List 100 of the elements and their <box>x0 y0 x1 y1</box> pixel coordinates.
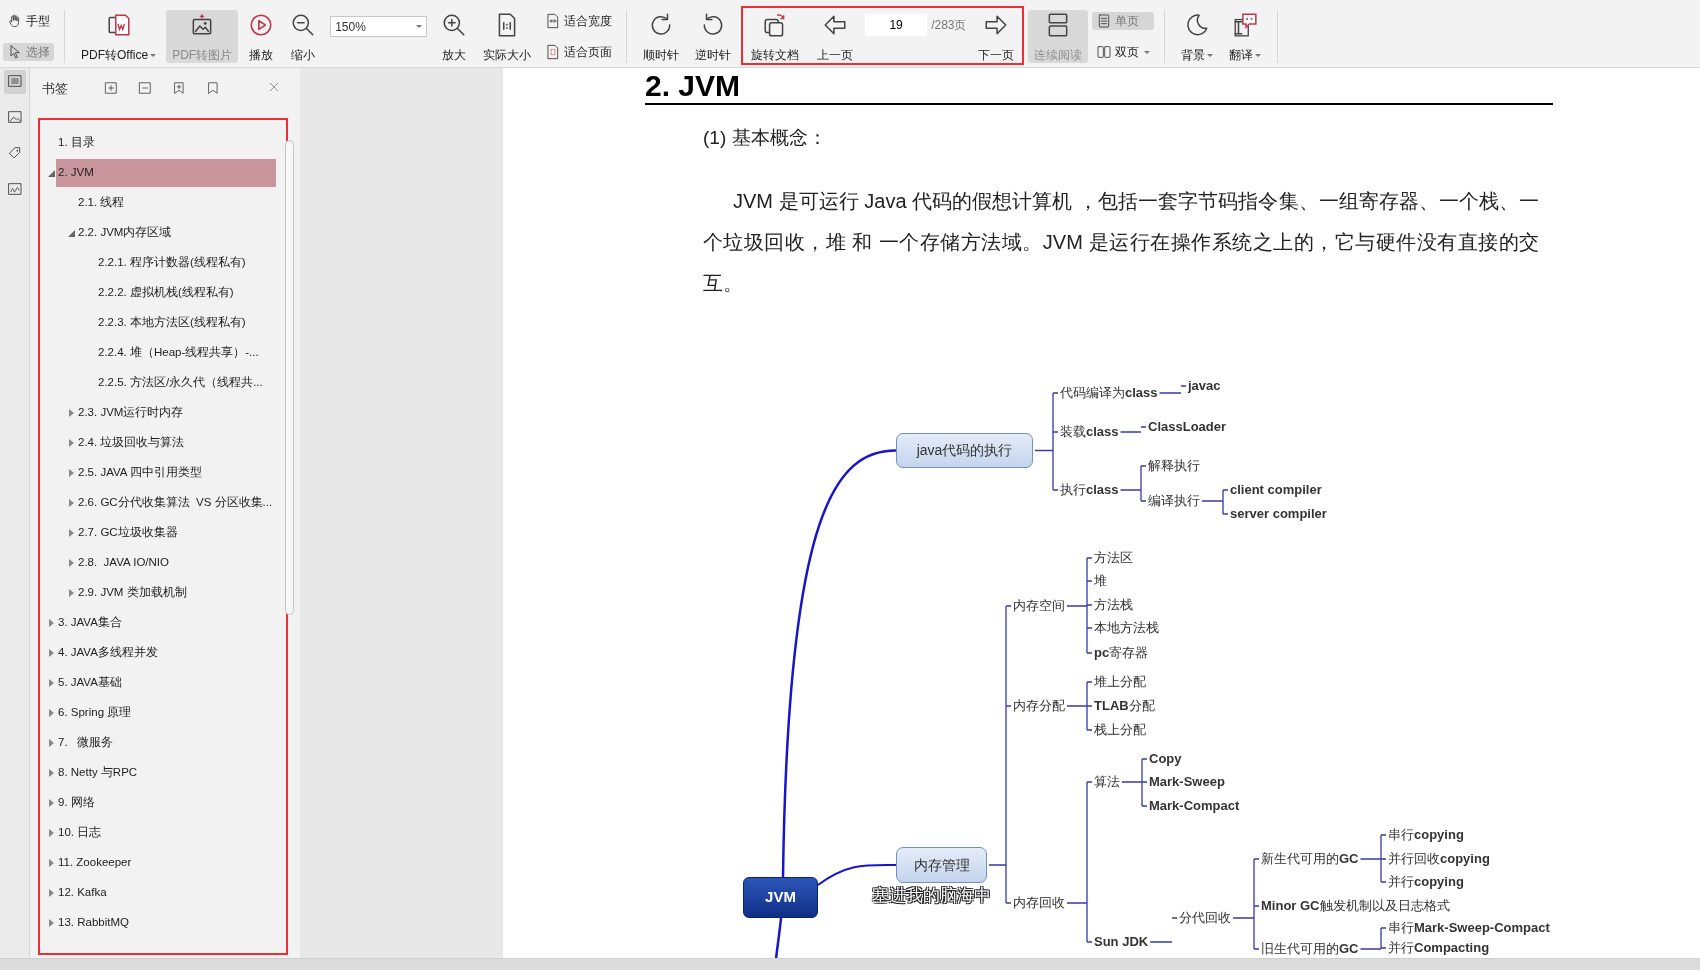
collapsed-icon[interactable] <box>46 738 56 748</box>
node-label: javac <box>1188 377 1221 395</box>
toolbar-button[interactable]: 适合页面 <box>541 43 617 61</box>
bookmark-item[interactable]: 2.7. GC垃圾收集器 <box>76 519 276 547</box>
toolbar-button[interactable]: 放大 <box>435 10 474 63</box>
bookmark-item[interactable]: 2.6. GC分代收集算法 VS 分区收集... <box>76 489 276 517</box>
bookmark-item[interactable]: 2.1. 线程 <box>76 189 276 217</box>
collapsed-icon[interactable] <box>66 528 76 538</box>
collapsed-icon[interactable] <box>46 708 56 718</box>
collapsed-icon[interactable] <box>66 438 76 448</box>
collapsed-icon[interactable] <box>66 498 76 508</box>
collapsed-icon[interactable] <box>46 678 56 688</box>
collapsed-icon[interactable] <box>46 618 56 628</box>
bookmark-item[interactable]: 7. 微服务 <box>56 729 276 757</box>
collapse-all-icon <box>138 81 152 95</box>
bookmark-item[interactable]: 12. Kafka <box>56 879 276 907</box>
node-label: 栈上分配 <box>1094 721 1146 739</box>
bookmark-item[interactable]: 2.2.2. 虚拟机栈(线程私有) <box>96 279 276 307</box>
bracket-connector <box>1158 385 1187 394</box>
collapsed-icon[interactable] <box>46 888 56 898</box>
collapsed-icon[interactable] <box>66 588 76 598</box>
node-label: 方法栈 <box>1094 596 1133 614</box>
bracket-connector <box>1359 927 1387 950</box>
bookmark-item[interactable]: 2.2. JVM内存区域 <box>76 219 276 247</box>
collapsed-icon[interactable] <box>66 408 76 418</box>
node-label: 分代回收 <box>1179 909 1231 927</box>
toolbar-button[interactable]: 播放 <box>242 10 281 63</box>
bracket-connector <box>1201 489 1229 515</box>
bookmark-item[interactable]: 3. JAVA集合 <box>56 609 276 637</box>
node-label: Copy <box>1149 750 1182 768</box>
toolbar-button[interactable]: 实际大小 <box>477 10 538 63</box>
paragraph: JVM 是可运行 Java 代码的假想计算机 ，包括一套字节码指令集、一组寄存器、一个栈、一个垃圾回收，堆 和 一个存储方法域。JVM 是运行在操作系统之上的，它与硬件没有直接的交互。 <box>703 189 1539 296</box>
side-panel-tab[interactable] <box>3 70 26 94</box>
bookmark-item[interactable]: 8. Netty 与RPC <box>56 759 276 787</box>
collapsed-icon[interactable] <box>46 828 56 838</box>
bookmark-item[interactable]: 2.2.1. 程序计数器(线程私有) <box>96 249 276 277</box>
collapsed-icon[interactable] <box>66 558 76 568</box>
toolbar-button[interactable]: 手型 <box>3 12 54 30</box>
node-label: 堆上分配 <box>1094 673 1146 691</box>
node-label: 旧生代可用的GC <box>1261 940 1359 958</box>
toolbar-button[interactable]: 旋转文档 <box>745 10 806 63</box>
toolbar-button[interactable]: PDF转Office <box>75 10 163 63</box>
toolbar-button[interactable]: 缩小 <box>284 10 323 63</box>
page-number-field[interactable]: 19 <box>865 14 928 36</box>
node-label: TLAB分配 <box>1094 697 1155 715</box>
expanded-icon[interactable] <box>66 228 76 238</box>
signature-icon <box>6 181 23 197</box>
bookmark-item[interactable]: 4. JAVA多线程并发 <box>56 639 276 667</box>
node-label: Sun JDK <box>1094 933 1149 951</box>
toolbar-button[interactable]: 双页 <box>1092 43 1155 61</box>
scrollbar[interactable] <box>285 140 294 615</box>
toolbar-button[interactable]: 逆时针 <box>689 10 738 63</box>
toolbar-button[interactable]: 翻译 <box>1223 10 1268 63</box>
bookmark-item[interactable]: 2.3. JVM运行时内存 <box>76 399 276 427</box>
node-label: Minor GC触发机制以及日志格式 <box>1261 897 1450 915</box>
collapsed-icon[interactable] <box>66 468 76 478</box>
bookmark-item[interactable]: 2.2.3. 本地方法区(线程私有) <box>96 309 276 337</box>
toolbar-button[interactable]: 上一页 <box>811 10 860 63</box>
bookmark-item[interactable]: 2.2.5. 方法区/永久代（线程共... <box>96 369 276 397</box>
bookmark-item[interactable]: 5. JAVA基础 <box>56 669 276 697</box>
collapsed-icon[interactable] <box>46 798 56 808</box>
node-label: 内存回收 <box>1013 894 1065 912</box>
translate-icon <box>1232 12 1259 38</box>
toolbar-button[interactable]: 背景 <box>1175 10 1220 63</box>
bookmark-item[interactable]: 2.2.4. 堆（Heap-线程共享）-... <box>96 339 276 367</box>
toolbar-button[interactable]: 下一页 <box>972 10 1021 63</box>
image-icon <box>6 109 23 125</box>
collapsed-icon[interactable] <box>46 858 56 868</box>
zoom-select[interactable]: 150% <box>330 16 428 37</box>
cursor-icon <box>7 44 23 60</box>
toolbar-button[interactable]: 适合宽度 <box>541 12 617 30</box>
collapsed-icon[interactable] <box>46 918 56 928</box>
node-label: 并行回收copying <box>1388 850 1490 868</box>
caption: 塞进我的脑海中 <box>872 884 991 907</box>
bookmark-item[interactable]: 2.8. JAVA IO/NIO <box>76 549 276 577</box>
bookmark-item[interactable]: 1. 目录 <box>56 129 276 157</box>
bracket-connector <box>1119 465 1147 502</box>
bookmark-item[interactable]: 11. Zookeeper <box>56 849 276 877</box>
collapsed-icon[interactable] <box>46 768 56 778</box>
toolbar-button[interactable]: 顺时针 <box>637 10 686 63</box>
node-label: 装载class <box>1060 423 1119 441</box>
node-label: 内存分配 <box>1013 697 1065 715</box>
node-label: server compiler <box>1230 505 1327 523</box>
expand-all-icon <box>104 81 118 95</box>
node-label: ClassLoader <box>1148 418 1227 436</box>
bookmark-item[interactable]: 10. 日志 <box>56 819 276 847</box>
bookmark-item[interactable]: 2.4. 垃圾回收与算法 <box>76 429 276 457</box>
panel-title: 书签 <box>42 80 68 99</box>
node-label: Mark-Compact <box>1149 797 1240 815</box>
bookmark-item[interactable]: 9. 网络 <box>56 789 276 817</box>
bookmark-item[interactable]: 2. JVM <box>56 159 276 187</box>
bookmark-item[interactable]: 2.5. JAVA 四中引用类型 <box>76 459 276 487</box>
expanded-icon[interactable] <box>46 168 56 178</box>
bookmark-item[interactable]: 2.9. JVM 类加载机制 <box>76 579 276 607</box>
branch-curve <box>773 917 783 958</box>
bookmark-item[interactable]: 13. RabbitMQ <box>56 909 276 937</box>
bookmark-item[interactable]: 6. Spring 原理 <box>56 699 276 727</box>
page-total: /283页 <box>931 17 967 34</box>
collapsed-icon[interactable] <box>46 648 56 658</box>
bracket-connector <box>1066 681 1093 731</box>
